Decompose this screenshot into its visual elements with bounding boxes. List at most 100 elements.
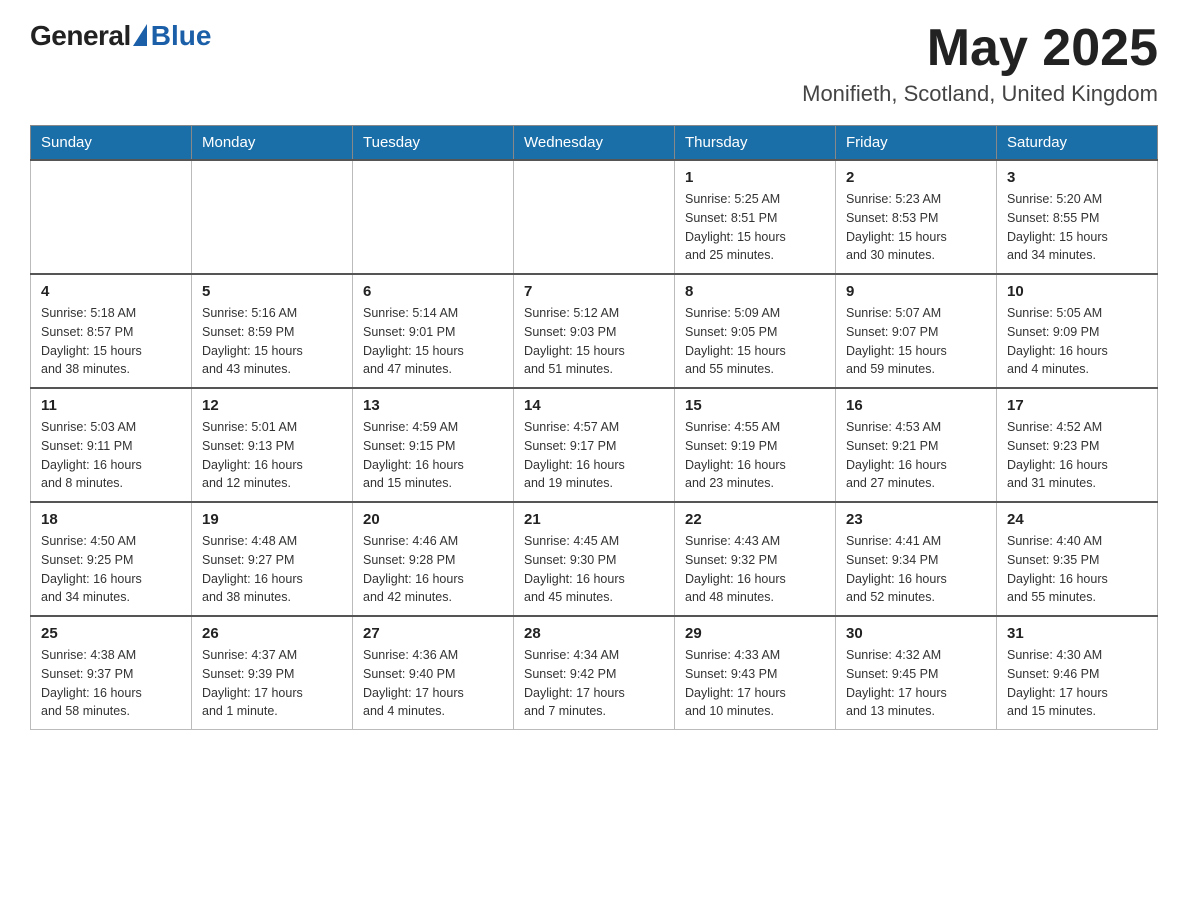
calendar-cell: 27 Sunrise: 4:36 AM Sunset: 9:40 PM Dayli…	[353, 616, 514, 730]
calendar-cell	[31, 160, 192, 274]
day-number: 22	[685, 511, 825, 528]
calendar-cell: 9 Sunrise: 5:07 AM Sunset: 9:07 PM Daylig…	[836, 274, 997, 388]
day-info: Sunrise: 4:32 AM Sunset: 9:45 PM Dayligh…	[846, 646, 986, 721]
calendar-cell: 22 Sunrise: 4:43 AM Sunset: 9:32 PM Dayli…	[675, 502, 836, 616]
day-number: 1	[685, 169, 825, 186]
day-number: 29	[685, 625, 825, 642]
day-number: 30	[846, 625, 986, 642]
day-info: Sunrise: 5:03 AM Sunset: 9:11 PM Dayligh…	[41, 418, 181, 493]
day-number: 11	[41, 397, 181, 414]
weekday-header-monday: Monday	[192, 126, 353, 161]
weekday-header-thursday: Thursday	[675, 126, 836, 161]
day-info: Sunrise: 4:34 AM Sunset: 9:42 PM Dayligh…	[524, 646, 664, 721]
day-number: 19	[202, 511, 342, 528]
day-number: 18	[41, 511, 181, 528]
day-info: Sunrise: 4:45 AM Sunset: 9:30 PM Dayligh…	[524, 532, 664, 607]
day-info: Sunrise: 4:36 AM Sunset: 9:40 PM Dayligh…	[363, 646, 503, 721]
day-info: Sunrise: 4:41 AM Sunset: 9:34 PM Dayligh…	[846, 532, 986, 607]
day-info: Sunrise: 4:37 AM Sunset: 9:39 PM Dayligh…	[202, 646, 342, 721]
day-number: 26	[202, 625, 342, 642]
day-info: Sunrise: 4:30 AM Sunset: 9:46 PM Dayligh…	[1007, 646, 1147, 721]
calendar-cell: 24Sunrise: 4:40 AM Sunset: 9:35 PM Dayli…	[997, 502, 1158, 616]
day-info: Sunrise: 5:01 AM Sunset: 9:13 PM Dayligh…	[202, 418, 342, 493]
day-number: 8	[685, 283, 825, 300]
calendar-cell: 11 Sunrise: 5:03 AM Sunset: 9:11 PM Dayli…	[31, 388, 192, 502]
day-number: 7	[524, 283, 664, 300]
day-number: 6	[363, 283, 503, 300]
day-number: 13	[363, 397, 503, 414]
day-number: 17	[1007, 397, 1147, 414]
calendar-cell: 1Sunrise: 5:25 AM Sunset: 8:51 PM Daylig…	[675, 160, 836, 274]
week-row-4: 18 Sunrise: 4:50 AM Sunset: 9:25 PM Dayli…	[31, 502, 1158, 616]
day-info: Sunrise: 4:43 AM Sunset: 9:32 PM Dayligh…	[685, 532, 825, 607]
day-number: 25	[41, 625, 181, 642]
calendar-cell: 29 Sunrise: 4:33 AM Sunset: 9:43 PM Dayli…	[675, 616, 836, 730]
calendar-table: SundayMondayTuesdayWednesdayThursdayFrid…	[30, 125, 1158, 730]
day-number: 21	[524, 511, 664, 528]
calendar-cell: 31Sunrise: 4:30 AM Sunset: 9:46 PM Dayli…	[997, 616, 1158, 730]
page-header: General Blue May 2025 Monifieth, Scotlan…	[30, 20, 1158, 107]
day-info: Sunrise: 5:07 AM Sunset: 9:07 PM Dayligh…	[846, 304, 986, 379]
day-number: 5	[202, 283, 342, 300]
day-info: Sunrise: 5:18 AM Sunset: 8:57 PM Dayligh…	[41, 304, 181, 379]
weekday-header-tuesday: Tuesday	[353, 126, 514, 161]
day-info: Sunrise: 4:52 AM Sunset: 9:23 PM Dayligh…	[1007, 418, 1147, 493]
day-info: Sunrise: 5:20 AM Sunset: 8:55 PM Dayligh…	[1007, 190, 1147, 265]
day-number: 20	[363, 511, 503, 528]
calendar-cell: 17 Sunrise: 4:52 AM Sunset: 9:23 PM Dayli…	[997, 388, 1158, 502]
day-number: 4	[41, 283, 181, 300]
calendar-cell: 20 Sunrise: 4:46 AM Sunset: 9:28 PM Dayli…	[353, 502, 514, 616]
day-info: Sunrise: 4:38 AM Sunset: 9:37 PM Dayligh…	[41, 646, 181, 721]
calendar-cell: 19Sunrise: 4:48 AM Sunset: 9:27 PM Dayli…	[192, 502, 353, 616]
day-info: Sunrise: 4:59 AM Sunset: 9:15 PM Dayligh…	[363, 418, 503, 493]
day-number: 14	[524, 397, 664, 414]
calendar-cell	[353, 160, 514, 274]
calendar-cell: 23 Sunrise: 4:41 AM Sunset: 9:34 PM Dayli…	[836, 502, 997, 616]
day-number: 16	[846, 397, 986, 414]
weekday-header-saturday: Saturday	[997, 126, 1158, 161]
day-info: Sunrise: 5:14 AM Sunset: 9:01 PM Dayligh…	[363, 304, 503, 379]
location-title: Monifieth, Scotland, United Kingdom	[802, 81, 1158, 107]
day-number: 10	[1007, 283, 1147, 300]
calendar-cell: 3 Sunrise: 5:20 AM Sunset: 8:55 PM Daylig…	[997, 160, 1158, 274]
calendar-cell: 18 Sunrise: 4:50 AM Sunset: 9:25 PM Dayli…	[31, 502, 192, 616]
day-number: 15	[685, 397, 825, 414]
calendar-cell: 30 Sunrise: 4:32 AM Sunset: 9:45 PM Dayli…	[836, 616, 997, 730]
calendar-cell: 15Sunrise: 4:55 AM Sunset: 9:19 PM Dayli…	[675, 388, 836, 502]
day-number: 28	[524, 625, 664, 642]
logo: General Blue	[30, 20, 211, 52]
calendar-cell: 12 Sunrise: 5:01 AM Sunset: 9:13 PM Dayli…	[192, 388, 353, 502]
title-block: May 2025 Monifieth, Scotland, United Kin…	[802, 20, 1158, 107]
calendar-cell: 5Sunrise: 5:16 AM Sunset: 8:59 PM Daylig…	[192, 274, 353, 388]
day-number: 2	[846, 169, 986, 186]
day-number: 3	[1007, 169, 1147, 186]
day-number: 27	[363, 625, 503, 642]
day-number: 9	[846, 283, 986, 300]
calendar-cell	[514, 160, 675, 274]
logo-blue-text: Blue	[151, 20, 212, 52]
logo-triangle-icon	[133, 24, 147, 46]
weekday-header-sunday: Sunday	[31, 126, 192, 161]
week-row-1: 1Sunrise: 5:25 AM Sunset: 8:51 PM Daylig…	[31, 160, 1158, 274]
day-number: 23	[846, 511, 986, 528]
day-number: 12	[202, 397, 342, 414]
calendar-cell: 16 Sunrise: 4:53 AM Sunset: 9:21 PM Dayli…	[836, 388, 997, 502]
calendar-header-row: SundayMondayTuesdayWednesdayThursdayFrid…	[31, 126, 1158, 161]
week-row-2: 4 Sunrise: 5:18 AM Sunset: 8:57 PM Daylig…	[31, 274, 1158, 388]
day-info: Sunrise: 4:33 AM Sunset: 9:43 PM Dayligh…	[685, 646, 825, 721]
day-info: Sunrise: 4:53 AM Sunset: 9:21 PM Dayligh…	[846, 418, 986, 493]
calendar-cell: 26 Sunrise: 4:37 AM Sunset: 9:39 PM Dayli…	[192, 616, 353, 730]
week-row-3: 11 Sunrise: 5:03 AM Sunset: 9:11 PM Dayli…	[31, 388, 1158, 502]
calendar-cell: 4 Sunrise: 5:18 AM Sunset: 8:57 PM Daylig…	[31, 274, 192, 388]
calendar-cell: 25 Sunrise: 4:38 AM Sunset: 9:37 PM Dayli…	[31, 616, 192, 730]
calendar-cell: 8Sunrise: 5:09 AM Sunset: 9:05 PM Daylig…	[675, 274, 836, 388]
day-info: Sunrise: 5:12 AM Sunset: 9:03 PM Dayligh…	[524, 304, 664, 379]
calendar-cell: 21 Sunrise: 4:45 AM Sunset: 9:30 PM Dayli…	[514, 502, 675, 616]
day-info: Sunrise: 4:46 AM Sunset: 9:28 PM Dayligh…	[363, 532, 503, 607]
day-info: Sunrise: 5:05 AM Sunset: 9:09 PM Dayligh…	[1007, 304, 1147, 379]
week-row-5: 25 Sunrise: 4:38 AM Sunset: 9:37 PM Dayli…	[31, 616, 1158, 730]
weekday-header-friday: Friday	[836, 126, 997, 161]
month-title: May 2025	[802, 20, 1158, 77]
day-info: Sunrise: 4:40 AM Sunset: 9:35 PM Dayligh…	[1007, 532, 1147, 607]
day-info: Sunrise: 4:50 AM Sunset: 9:25 PM Dayligh…	[41, 532, 181, 607]
